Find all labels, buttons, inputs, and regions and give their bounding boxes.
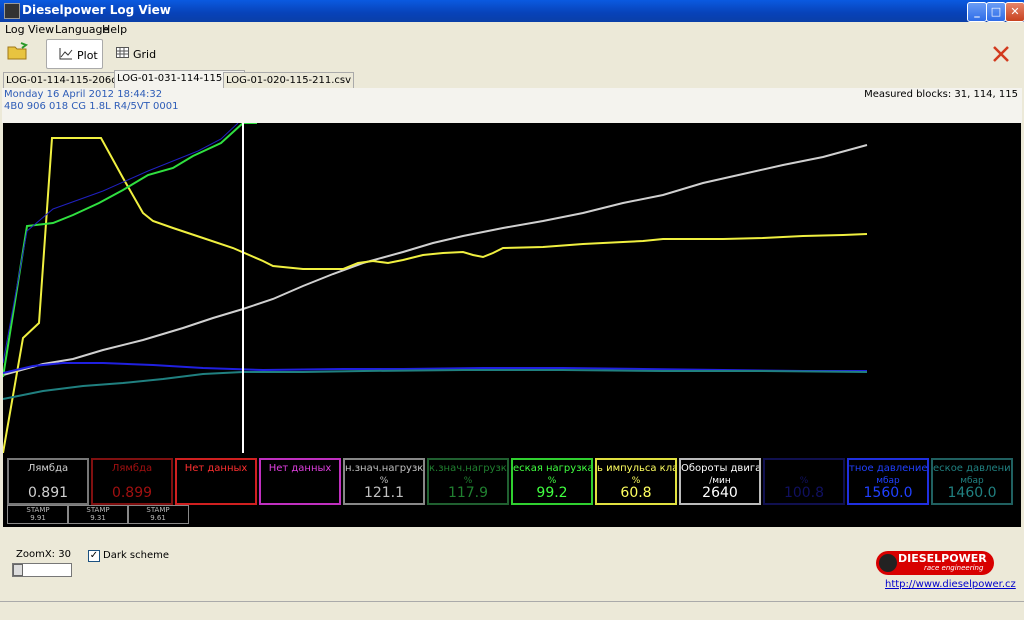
dieselpower-logo: DIESELPOWER race engineering bbox=[876, 551, 994, 575]
stamp-button-1[interactable]: STAMP 9.91 bbox=[7, 505, 69, 524]
series-white-line bbox=[2, 144, 868, 376]
gauge-value: 121.1 bbox=[363, 485, 405, 501]
maximize-button[interactable]: □ bbox=[986, 2, 1006, 22]
gauge-value: 1460.0 bbox=[947, 485, 997, 501]
plot-area[interactable] bbox=[2, 122, 1021, 454]
gauge-lambda-2: Лямбда 0.899 bbox=[91, 458, 173, 505]
gauge-boost-actual: еское давление на мбар 1460.0 bbox=[931, 458, 1013, 505]
file-tabs: LOG-01-114-115-206d.CSV LOG-01-031-114-1… bbox=[0, 70, 1024, 88]
logo-subtitle: race engineering bbox=[924, 564, 984, 572]
gauge-label: ь импульса клапан bbox=[597, 463, 675, 474]
log-date: Monday 16 April 2012 18:44:32 bbox=[4, 89, 163, 100]
dark-scheme-checkbox[interactable]: ✓ bbox=[88, 550, 100, 562]
series-green-line bbox=[2, 122, 257, 378]
zoom-label: ZoomX: 30 bbox=[16, 549, 71, 560]
menu-bar: Log View Language Help bbox=[0, 22, 1024, 36]
measured-blocks: Measured blocks: 31, 114, 115 bbox=[864, 89, 1018, 100]
zoom-slider-thumb[interactable] bbox=[13, 564, 23, 576]
gauge-valve-duty: ь импульса клапан % 60.8 bbox=[595, 458, 677, 505]
title-bar: Dieselpower Log View _ □ ✕ bbox=[0, 0, 1024, 22]
gauge-label: еская нагрузка дви bbox=[513, 463, 591, 474]
open-folder-icon bbox=[7, 42, 29, 60]
gauge-label: Лямбда bbox=[111, 463, 153, 474]
menu-log[interactable]: Log bbox=[5, 23, 25, 36]
gauge-label: Обороты двигателя bbox=[681, 463, 759, 474]
gauge-engine-rpm: Обороты двигателя /мин 2640 bbox=[679, 458, 761, 505]
grid-label: Grid bbox=[133, 48, 157, 61]
gauge-value: 99.2 bbox=[536, 485, 568, 501]
gauge-load-nominal: н.знач.нагрузки дв % 121.1 bbox=[343, 458, 425, 505]
plot-label: Plot bbox=[77, 49, 98, 62]
gauge-label: тное давление на bbox=[849, 463, 927, 474]
gauge-label: еское давление на bbox=[933, 463, 1011, 474]
zoom-slider[interactable] bbox=[12, 563, 72, 577]
gauge-load-max: к.знач.нагрузки дв % 117.9 bbox=[427, 458, 509, 505]
gauge-label: Нет данных bbox=[268, 463, 332, 474]
open-folder-button[interactable] bbox=[6, 39, 36, 67]
ecu-info: 4B0 906 018 CG 1.8L R4/5VT 0001 bbox=[4, 101, 179, 112]
minimize-button[interactable]: _ bbox=[967, 2, 987, 22]
turbo-icon bbox=[879, 554, 897, 572]
gauge-no-data-1: Нет данных bbox=[175, 458, 257, 505]
series-teal-line bbox=[2, 369, 868, 400]
app-icon bbox=[4, 3, 20, 19]
tab-file-3[interactable]: LOG-01-020-115-211.csv bbox=[223, 72, 355, 88]
stamp-button-3[interactable]: STAMP 9.61 bbox=[127, 505, 189, 524]
gauge-label: н.знач.нагрузки дв bbox=[345, 463, 423, 474]
bottom-controls: ZoomX: 30 ✓ Dark scheme DIESELPOWER race… bbox=[0, 541, 1024, 601]
gauge-load-actual: еская нагрузка дви % 99.2 bbox=[511, 458, 593, 505]
plot-button[interactable]: Plot bbox=[46, 39, 103, 69]
gauge-value: 1560.0 bbox=[863, 485, 913, 501]
grid-icon bbox=[116, 47, 129, 58]
menu-view[interactable]: View bbox=[28, 23, 54, 36]
gauge-value: 0.891 bbox=[27, 485, 69, 501]
gauge-no-data-2: Нет данных bbox=[259, 458, 341, 505]
gauge-value: 100.8 bbox=[783, 485, 825, 501]
dark-scheme-label: Dark scheme bbox=[103, 550, 170, 561]
stamp-button-2[interactable]: STAMP 9.31 bbox=[67, 505, 129, 524]
gauge-lambda-1: Лямбда 0.891 bbox=[7, 458, 89, 505]
gauge-label: Лямбда bbox=[27, 463, 69, 474]
status-bar bbox=[0, 601, 1024, 620]
gauge-value: 2640 bbox=[702, 485, 738, 501]
gauge-value: 60.8 bbox=[620, 485, 652, 501]
gauge-label: Нет данных bbox=[184, 463, 248, 474]
website-link[interactable]: http://www.dieselpower.cz bbox=[885, 579, 1016, 590]
grid-button[interactable]: Grid bbox=[108, 39, 158, 67]
window-title: Dieselpower Log View bbox=[22, 3, 171, 17]
series-navy-line bbox=[2, 122, 239, 364]
gauge-boost-target: тное давление на мбар 1560.0 bbox=[847, 458, 929, 505]
gauge-label: к.знач.нагрузки дв bbox=[429, 463, 507, 474]
gauge-panel: Лямбда 0.891 Лямбда 0.899 Нет данных Нет… bbox=[3, 453, 1021, 527]
gauge-dim-percent: % 100.8 bbox=[763, 458, 845, 505]
gauge-value: 117.9 bbox=[447, 485, 489, 501]
close-button[interactable]: ✕ bbox=[1005, 2, 1024, 22]
gauge-value: 0.899 bbox=[111, 485, 153, 501]
toolbar: Plot Grid bbox=[0, 37, 1024, 69]
close-log-icon[interactable] bbox=[992, 45, 1010, 63]
menu-help[interactable]: Help bbox=[102, 23, 127, 36]
chart-icon bbox=[59, 48, 73, 60]
log-info: Monday 16 April 2012 18:44:32 4B0 906 01… bbox=[2, 88, 1022, 123]
log-chart[interactable] bbox=[2, 122, 1021, 454]
